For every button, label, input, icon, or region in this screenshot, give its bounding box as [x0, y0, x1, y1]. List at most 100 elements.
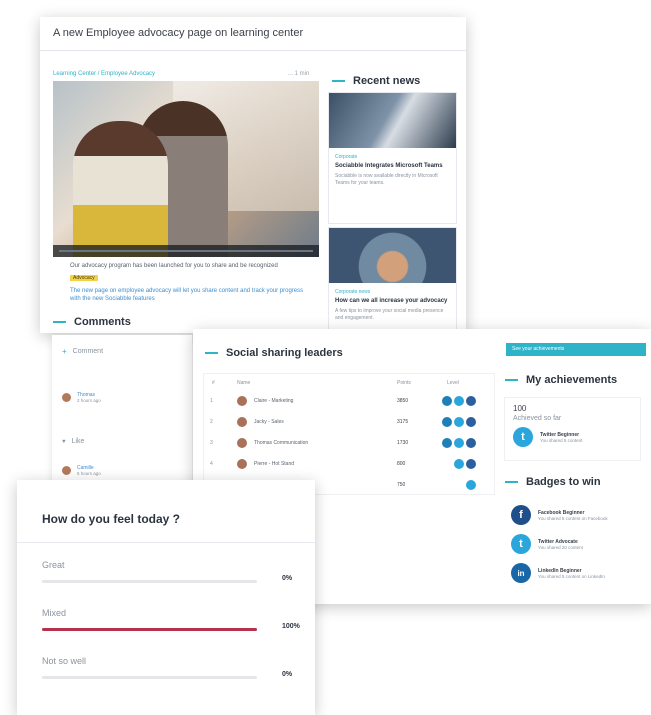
- video-player[interactable]: [53, 81, 319, 257]
- comment-item: Camille 5 hours ago: [62, 465, 101, 476]
- article-title: A new Employee advocacy page on learning…: [53, 27, 304, 39]
- table-row[interactable]: 4 Pierre - Hot Stand 800: [204, 454, 494, 474]
- twitter-icon: [466, 480, 476, 490]
- badge-item[interactable]: t Twitter Advocate You shared 20 content: [511, 534, 583, 554]
- advocacy-article-card: A new Employee advocacy page on learning…: [40, 17, 466, 333]
- poll-progress-track: [42, 580, 257, 583]
- poll-progress-fill: [42, 628, 257, 631]
- badge-item[interactable]: f Facebook Beginner You shared 5 content…: [511, 505, 608, 525]
- accent-dash: [332, 80, 345, 82]
- news-headline[interactable]: Sociabble Integrates Microsoft Teams: [335, 162, 450, 170]
- comment-input[interactable]: + Comment: [62, 347, 103, 356]
- sharing-heading: Social sharing leaders: [205, 347, 343, 359]
- facebook-icon: [466, 459, 476, 469]
- facebook-icon: [466, 396, 476, 406]
- comment-item: Thomas 2 hours ago: [62, 392, 101, 403]
- video-controls-bar[interactable]: [53, 245, 319, 257]
- recent-news-title: Recent news: [353, 75, 421, 87]
- accent-dash: [205, 352, 218, 354]
- avatar: [237, 396, 247, 406]
- sharing-title: Social sharing leaders: [226, 347, 343, 359]
- row-rank: 1: [210, 398, 213, 404]
- column-header-level[interactable]: Level: [447, 380, 459, 386]
- badge-desc: You shared 5 content on Facebook: [538, 515, 608, 521]
- table-row[interactable]: 2 Jacky - Sales 3175: [204, 412, 494, 432]
- comments-title: Comments: [74, 316, 131, 328]
- twitter-icon: t: [511, 534, 531, 554]
- row-name: Pierre - Hot Stand: [254, 461, 295, 467]
- social-icons: [442, 417, 476, 427]
- accent-dash: [53, 321, 66, 323]
- twitter-icon: [454, 396, 464, 406]
- comment-time: 5 hours ago: [77, 471, 101, 476]
- video-duration: ... 1 min: [288, 71, 310, 77]
- row-points: 3850: [397, 398, 409, 404]
- column-header-name[interactable]: Name: [237, 380, 250, 386]
- breadcrumb[interactable]: Learning Center / Employee Advocacy: [53, 71, 155, 77]
- twitter-icon: [454, 417, 464, 427]
- poll-option-label: Mixed: [42, 608, 67, 618]
- news-text: A few tips to improve your social media …: [335, 308, 444, 321]
- facebook-icon: [466, 438, 476, 448]
- badge-name: Twitter Advocate: [538, 538, 578, 545]
- article-link[interactable]: The new page on employee advocacy will l…: [70, 287, 310, 303]
- like-label: Like: [71, 438, 85, 445]
- avatar: [62, 393, 71, 402]
- achievements-title: My achievements: [526, 374, 618, 386]
- row-rank: 2: [210, 419, 213, 425]
- news-card[interactable]: Corporate Sociabble Integrates Microsoft…: [328, 92, 457, 224]
- comments-panel: + Comment Thomas 2 hours ago ♥ Like Cami…: [52, 335, 192, 485]
- like-button[interactable]: ♥ Like: [62, 438, 84, 445]
- row-name: Jacky - Sales: [254, 419, 284, 425]
- badge-name: Twitter Beginner: [540, 431, 580, 438]
- news-category: Corporate: [335, 154, 358, 160]
- news-card[interactable]: Corporate news How can we all increase y…: [328, 227, 457, 333]
- achievements-banner[interactable]: See your achievements: [506, 343, 646, 356]
- heart-icon: ♥: [62, 438, 66, 445]
- badge-desc: You shared 20 content: [538, 544, 583, 550]
- mood-poll-card: How do you feel today ? Great 0% Mixed 1…: [17, 480, 315, 715]
- achievements-box: 100 Achieved so far t Twitter Beginner Y…: [504, 397, 641, 461]
- add-icon: +: [62, 347, 67, 356]
- news-headline[interactable]: How can we all increase your advocacy: [335, 297, 450, 305]
- news-image: [329, 93, 456, 148]
- poll-option[interactable]: Not so well 0%: [42, 656, 297, 679]
- avatar: [237, 438, 247, 448]
- poll-progress-track: [42, 628, 257, 631]
- social-icons: [442, 438, 476, 448]
- row-name: Claire - Marketing: [254, 398, 294, 404]
- accent-dash: [505, 379, 518, 381]
- social-icons: [454, 459, 476, 469]
- article-caption: Our advocacy program has been launched f…: [70, 263, 278, 269]
- poll-option[interactable]: Mixed 100%: [42, 608, 300, 631]
- linkedin-icon: [442, 417, 452, 427]
- poll-progress-track: [42, 676, 257, 679]
- avatar: [237, 417, 247, 427]
- poll-title: How do you feel today ?: [42, 512, 181, 526]
- table-row[interactable]: 3 Thomas Communication 1730: [204, 433, 494, 453]
- achievement-badge[interactable]: t Twitter Beginner You shared 5 content: [513, 427, 582, 447]
- poll-percent: 0%: [282, 671, 293, 678]
- twitter-icon: t: [513, 427, 533, 447]
- news-image: [329, 228, 456, 283]
- recent-news-heading: Recent news: [332, 75, 420, 87]
- poll-percent: 100%: [282, 623, 300, 630]
- person-image: [73, 121, 168, 257]
- poll-option-label: Great: [42, 560, 65, 570]
- linkedin-icon: in: [511, 563, 531, 583]
- table-row[interactable]: 1 Claire - Marketing 3850: [204, 391, 494, 411]
- poll-option[interactable]: Great 0%: [42, 560, 297, 583]
- column-header-rank[interactable]: #: [212, 380, 215, 386]
- badges-title: Badges to win: [526, 476, 601, 488]
- badge-desc: You shared 5 content: [540, 437, 583, 443]
- poll-percent: 0%: [282, 575, 293, 582]
- title-divider: [40, 50, 466, 51]
- comment-placeholder: Comment: [72, 348, 104, 355]
- row-points: 1730: [397, 440, 409, 446]
- column-header-points[interactable]: Points: [397, 380, 411, 386]
- badge-item[interactable]: in LinkedIn Beginner You shared 5 conten…: [511, 563, 605, 583]
- comment-time: 2 hours ago: [77, 398, 101, 403]
- facebook-icon: [466, 417, 476, 427]
- article-tag[interactable]: Advocacy: [70, 275, 98, 281]
- avatar: [237, 459, 247, 469]
